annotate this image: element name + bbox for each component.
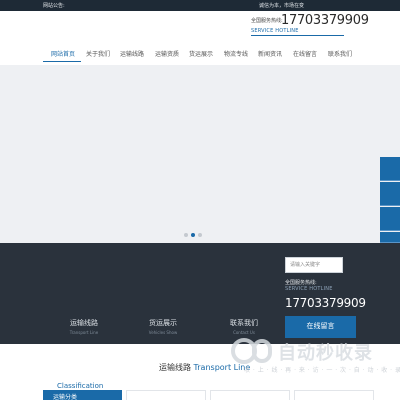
- classification-label: Classification: [57, 382, 104, 390]
- hotline-english: SERVICE HOTLINE: [251, 28, 299, 34]
- hotline-label: 全国服务热线:: [251, 18, 283, 24]
- nav-item-freight[interactable]: 货运展示: [189, 48, 213, 62]
- site-notice: 网站公告:: [43, 3, 65, 9]
- quick-link-routes[interactable]: 运输线路 Transport Line: [62, 318, 106, 335]
- side-float-wechat[interactable]: [380, 207, 400, 231]
- slider-dot[interactable]: [198, 233, 202, 237]
- route-card[interactable]: [294, 390, 374, 400]
- quick-link-sub: Transport Line: [69, 330, 99, 335]
- quick-link-label: 运输线路: [70, 319, 98, 327]
- category-tab[interactable]: 运输分类: [43, 390, 122, 400]
- dark-hotline-label: 全国服务热线:: [285, 280, 317, 286]
- nav-item-home[interactable]: 网站首页: [51, 48, 75, 62]
- quick-link-label: 联系我们: [230, 319, 258, 327]
- quick-link-vehicles[interactable]: 货运展示 Vehicles Show: [141, 318, 185, 335]
- section-title-cn: 运输线路: [159, 363, 191, 372]
- watermark-title: 自动秒收录: [278, 343, 373, 364]
- side-float-qq[interactable]: [380, 157, 400, 181]
- search-input[interactable]: 请输入关键字: [285, 257, 343, 273]
- side-float-top[interactable]: [380, 232, 400, 243]
- nav-item-logistics[interactable]: 物流专线: [224, 48, 248, 62]
- nav-item-news[interactable]: 新闻资讯: [258, 48, 282, 62]
- banner-slider[interactable]: [0, 65, 400, 243]
- nav-item-routes[interactable]: 运输线路: [120, 48, 144, 62]
- nav-item-contact[interactable]: 联系我们: [328, 48, 352, 62]
- online-message-button[interactable]: 在线留言: [285, 316, 356, 338]
- hotline-phone[interactable]: 17703379909: [281, 13, 369, 28]
- nav-active-underline: [43, 61, 81, 62]
- hotline-divider: [251, 35, 344, 36]
- welcome-message: 诚信为本，市场在变: [259, 3, 305, 9]
- quick-link-sub: Vehicles Show: [148, 330, 178, 335]
- dark-hotline-english: SERVICE HOTLINE: [285, 286, 333, 292]
- dark-hotline-phone[interactable]: 17703379909: [285, 296, 366, 310]
- main-nav: 网站首页 关于我们 运输线路 运输资质 货运展示 物流专线 新闻资讯 在线留言 …: [43, 48, 359, 62]
- route-card[interactable]: [126, 390, 206, 400]
- nav-item-message[interactable]: 在线留言: [293, 48, 317, 62]
- quick-link-contact[interactable]: 联系我们 Contact Us: [222, 318, 266, 335]
- watermark-subtitle: 收 · 上 · 线 · 再 · 来 · 访 · 一 · 次 · 自 · 动 · …: [244, 367, 400, 374]
- nav-item-qualification[interactable]: 运输资质: [155, 48, 179, 62]
- quick-link-sub: Contact Us: [233, 330, 255, 335]
- side-float-phone[interactable]: [380, 182, 400, 206]
- slider-dot-active[interactable]: [191, 233, 195, 237]
- slider-dots: [182, 232, 212, 238]
- slider-dot[interactable]: [184, 233, 188, 237]
- watermark-logo-icon: [231, 338, 272, 364]
- quick-link-label: 货运展示: [149, 319, 177, 327]
- nav-item-about[interactable]: 关于我们: [86, 48, 110, 62]
- route-card[interactable]: [210, 390, 290, 400]
- welcome-text: 诚信为本，市场在变: [259, 2, 304, 9]
- watermark: 自动秒收录 收 · 上 · 线 · 再 · 来 · 访 · 一 · 次 · 自 …: [228, 337, 400, 381]
